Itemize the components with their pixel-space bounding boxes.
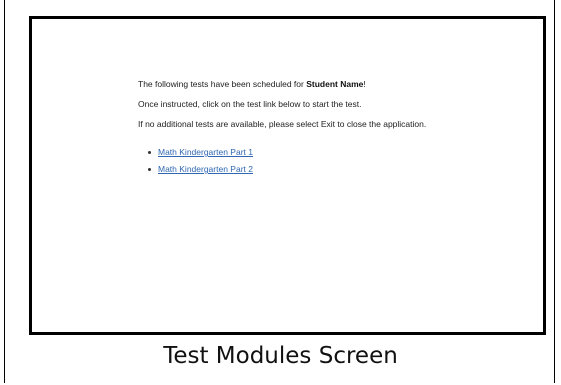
list-item: Math Kindergarten Part 1 — [148, 147, 438, 158]
scheduled-message: The following tests have been scheduled … — [138, 79, 438, 90]
exit-note: If no additional tests are available, pl… — [138, 119, 427, 129]
bullet-icon — [148, 168, 151, 171]
figure-caption: Test Modules Screen — [163, 343, 398, 369]
test-link-part-2[interactable]: Math Kindergarten Part 2 — [158, 164, 253, 175]
test-link-part-1[interactable]: Math Kindergarten Part 1 — [158, 147, 253, 158]
figure-frame: The following tests have been scheduled … — [4, 0, 555, 383]
scheduled-prefix: The following tests have been scheduled … — [138, 79, 307, 89]
test-list: Math Kindergarten Part 1 Math Kindergart… — [138, 147, 438, 175]
bullet-icon — [148, 151, 151, 154]
student-name: Student Name — [306, 79, 364, 89]
content-panel: The following tests have been scheduled … — [138, 79, 438, 181]
instruction-text: Once instructed, click on the test link … — [138, 99, 362, 109]
scheduled-suffix: ! — [363, 79, 366, 89]
test-modules-screen: The following tests have been scheduled … — [29, 16, 546, 335]
list-item: Math Kindergarten Part 2 — [148, 164, 438, 175]
